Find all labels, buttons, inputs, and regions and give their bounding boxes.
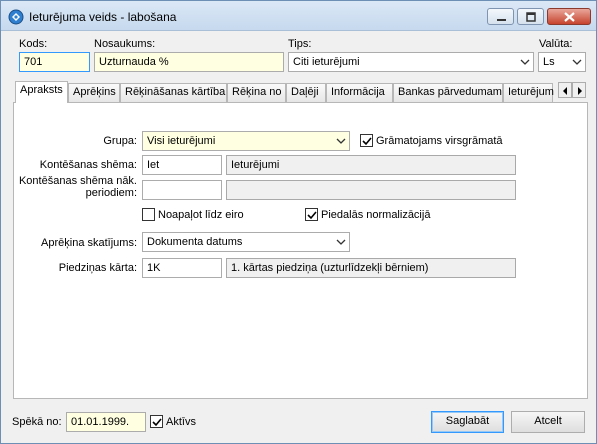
aktivs-checkbox[interactable] xyxy=(150,415,163,428)
apraksts-panel: Grupa: Visi ieturējumi Grāmatojams virsg… xyxy=(13,102,588,399)
kods-label: Kods: xyxy=(19,38,48,50)
close-icon xyxy=(564,12,575,22)
tab-bar: Apraksts Aprēķins Rēķināšanas kārtība Rē… xyxy=(13,81,588,103)
tab-informacija[interactable]: Informācija xyxy=(326,83,393,102)
gear-globe-icon xyxy=(8,9,24,25)
nosaukums-label: Nosaukums: xyxy=(94,38,156,50)
valuta-label: Valūta: xyxy=(539,38,573,50)
maximize-button[interactable] xyxy=(517,8,544,25)
tab-ieturejum[interactable]: Ieturējum xyxy=(503,83,554,102)
piedzinas-name-field: 1. kārtas piedziņa (uzturlīdzekļi bērnie… xyxy=(226,258,516,278)
tab-scroll-right-button[interactable] xyxy=(572,82,586,98)
aprekina-skatijums-label: Aprēķina skatījums: xyxy=(41,237,137,249)
kods-field[interactable]: 701 xyxy=(19,52,90,72)
tips-select[interactable]: Citi ieturējumi xyxy=(288,52,534,72)
checkmark-icon xyxy=(362,137,372,146)
tab-scroll-left-button[interactable] xyxy=(558,82,572,98)
kontesanas-label: Kontēšanas shēma: xyxy=(39,159,137,171)
valuta-value: Ls xyxy=(543,56,555,68)
grupa-value: Visi ieturējumi xyxy=(147,135,216,147)
chevron-down-icon xyxy=(520,59,530,65)
chevron-right-icon xyxy=(578,87,582,95)
chevron-down-icon xyxy=(336,138,346,144)
chevron-left-icon xyxy=(563,87,567,95)
tab-rekina-no[interactable]: Rēķina no xyxy=(227,83,286,102)
valuta-select[interactable]: Ls xyxy=(538,52,586,72)
noapalot-checkbox[interactable] xyxy=(142,208,155,221)
tab-bankas-parvedumam[interactable]: Bankas pārvedumam xyxy=(393,83,503,102)
grupa-label: Grupa: xyxy=(103,135,137,147)
tips-label: Tips: xyxy=(288,38,312,50)
chevron-down-icon xyxy=(336,239,346,245)
tab-rekinasanas-kartiba[interactable]: Rēķināšanas kārtība xyxy=(120,83,227,102)
aprekina-skatijums-select[interactable]: Dokumenta datums xyxy=(142,232,350,252)
checkmark-icon xyxy=(152,418,162,427)
speka-no-label: Spēkā no: xyxy=(12,416,62,428)
tab-apraksts[interactable]: Apraksts xyxy=(15,81,68,103)
kontesanas-name-field: Ieturējumi xyxy=(226,155,516,175)
save-button[interactable]: Saglabāt xyxy=(431,411,504,433)
kontesanas-code-field[interactable]: Iet xyxy=(142,155,222,175)
cancel-button[interactable]: Atcelt xyxy=(511,411,585,433)
speka-no-field[interactable]: 01.01.1999. xyxy=(66,412,146,432)
dialog-window: Ieturējuma veids - labošana Kods: 701 No… xyxy=(0,0,597,444)
tab-daleji[interactable]: Daļēji xyxy=(286,83,326,102)
gramatojams-label: Grāmatojams virsgrāmatā xyxy=(376,135,503,147)
kontesanas-nak-label-line2: periodiem: xyxy=(85,187,137,199)
chevron-down-icon xyxy=(572,59,582,65)
aprekina-skatijums-value: Dokumenta datums xyxy=(147,236,243,248)
tips-value: Citi ieturējumi xyxy=(293,56,360,68)
window-title: Ieturējuma veids - labošana xyxy=(29,10,177,24)
piedzinas-karta-label: Piedziņas kārta: xyxy=(58,262,137,274)
piedalas-label: Piedalās normalizācijā xyxy=(321,209,431,221)
piedalas-checkbox[interactable] xyxy=(305,208,318,221)
kontesanas-nak-code-field[interactable] xyxy=(142,180,222,200)
aktivs-label: Aktīvs xyxy=(166,416,196,428)
gramatojams-checkbox[interactable] xyxy=(360,134,373,147)
kontesanas-nak-label-line1: Kontēšanas shēma nāk. xyxy=(18,175,137,187)
grupa-select[interactable]: Visi ieturējumi xyxy=(142,131,350,151)
minimize-button[interactable] xyxy=(487,8,514,25)
kontesanas-nak-name-field xyxy=(226,180,516,200)
piedzinas-code-field[interactable]: 1K xyxy=(142,258,222,278)
nosaukums-field[interactable]: Uzturnauda % xyxy=(94,52,284,72)
close-button[interactable] xyxy=(547,8,591,25)
tab-aprekins[interactable]: Aprēķins xyxy=(68,83,120,102)
checkmark-icon xyxy=(307,211,317,220)
maximize-icon xyxy=(526,12,536,22)
noapalot-label: Noapaļot līdz eiro xyxy=(158,209,244,221)
title-bar[interactable]: Ieturējuma veids - labošana xyxy=(1,1,596,31)
minimize-icon xyxy=(497,19,506,21)
